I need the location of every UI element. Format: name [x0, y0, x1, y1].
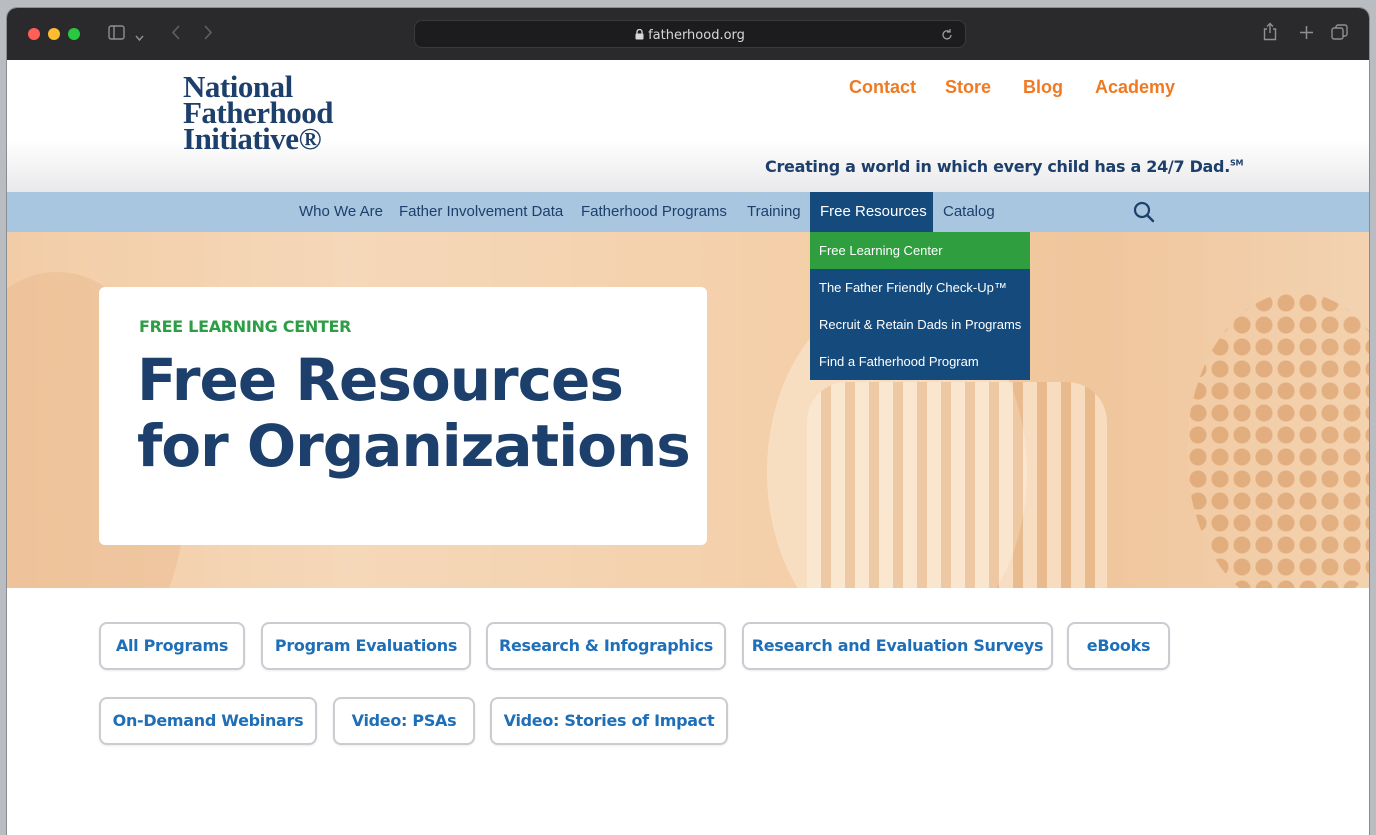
filter-on-demand-webinars-button[interactable]: On-Demand Webinars — [99, 697, 317, 745]
filter-video-psas-button[interactable]: Video: PSAs — [333, 697, 475, 745]
nav-item-catalog[interactable]: Catalog — [943, 203, 995, 220]
nav-item-who-we-are[interactable]: Who We Are — [299, 203, 383, 220]
filter-video-stories-of-impact-button[interactable]: Video: Stories of Impact — [490, 697, 728, 745]
nav-item-free-resources[interactable]: Free Resources — [820, 203, 927, 220]
main-nav: Who We Are Father Involvement Data Fathe… — [7, 192, 1369, 232]
address-bar[interactable]: fatherhood.org — [414, 20, 966, 48]
top-link-contact[interactable]: Contact — [849, 77, 916, 98]
dropdown-item-father-friendly-check-up[interactable]: The Father Friendly Check-Up™ — [810, 269, 1030, 306]
tabs-icon[interactable] — [1331, 24, 1348, 44]
filter-research-evaluation-surveys-button[interactable]: Research and Evaluation Surveys — [742, 622, 1053, 670]
search-icon[interactable] — [1133, 201, 1155, 228]
service-mark: SM — [1229, 158, 1244, 168]
dropdown-item-recruit-retain-dads[interactable]: Recruit & Retain Dads in Programs — [810, 306, 1030, 343]
forward-icon[interactable] — [203, 24, 213, 44]
close-window-button[interactable] — [28, 28, 40, 40]
address-text: fatherhood.org — [415, 28, 965, 44]
minimize-window-button[interactable] — [48, 28, 60, 40]
nav-item-fatherhood-programs[interactable]: Fatherhood Programs — [581, 203, 727, 220]
zoom-window-button[interactable] — [68, 28, 80, 40]
top-link-academy[interactable]: Academy — [1095, 77, 1175, 98]
filter-all-programs-button[interactable]: All Programs — [99, 622, 245, 670]
sidebar-icon[interactable] — [108, 25, 125, 43]
tagline: Creating a world in which every child ha… — [765, 157, 1243, 176]
nav-item-training[interactable]: Training — [747, 203, 801, 220]
new-tab-icon[interactable] — [1299, 25, 1314, 43]
hero-kicker: FREE LEARNING CENTER — [139, 317, 352, 336]
top-link-blog[interactable]: Blog — [1023, 77, 1063, 98]
free-resources-dropdown: Free Learning Center The Father Friendly… — [810, 232, 1030, 380]
browser-toolbar: fatherhood.org — [7, 8, 1369, 60]
dropdown-item-find-fatherhood-program[interactable]: Find a Fatherhood Program — [810, 343, 1030, 380]
site-header: National Fatherhood Initiative® Contact … — [7, 60, 1369, 192]
lock-icon — [635, 28, 644, 44]
filter-program-evaluations-button[interactable]: Program Evaluations — [261, 622, 471, 670]
site-logo[interactable]: National Fatherhood Initiative® — [183, 71, 334, 156]
filter-ebooks-button[interactable]: eBooks — [1067, 622, 1170, 670]
nav-item-father-involvement-data[interactable]: Father Involvement Data — [399, 203, 563, 220]
share-icon[interactable] — [1263, 22, 1277, 44]
page-title: Free Resources for Organizations — [137, 346, 691, 480]
dropdown-item-free-learning-center[interactable]: Free Learning Center — [810, 232, 1030, 269]
top-link-store[interactable]: Store — [945, 77, 991, 98]
logo-line-3: Initiative® — [183, 121, 322, 156]
browser-window: fatherhood.org National Fatherhood Initi… — [7, 8, 1369, 835]
filter-research-infographics-button[interactable]: Research & Infographics — [486, 622, 726, 670]
reload-icon[interactable] — [941, 28, 953, 46]
url-label: fatherhood.org — [648, 28, 745, 43]
back-icon[interactable] — [171, 24, 181, 44]
chevron-down-icon[interactable] — [135, 29, 144, 45]
tagline-text: Creating a world in which every child ha… — [765, 157, 1230, 176]
hero-card: FREE LEARNING CENTER Free Resources for … — [99, 287, 707, 545]
